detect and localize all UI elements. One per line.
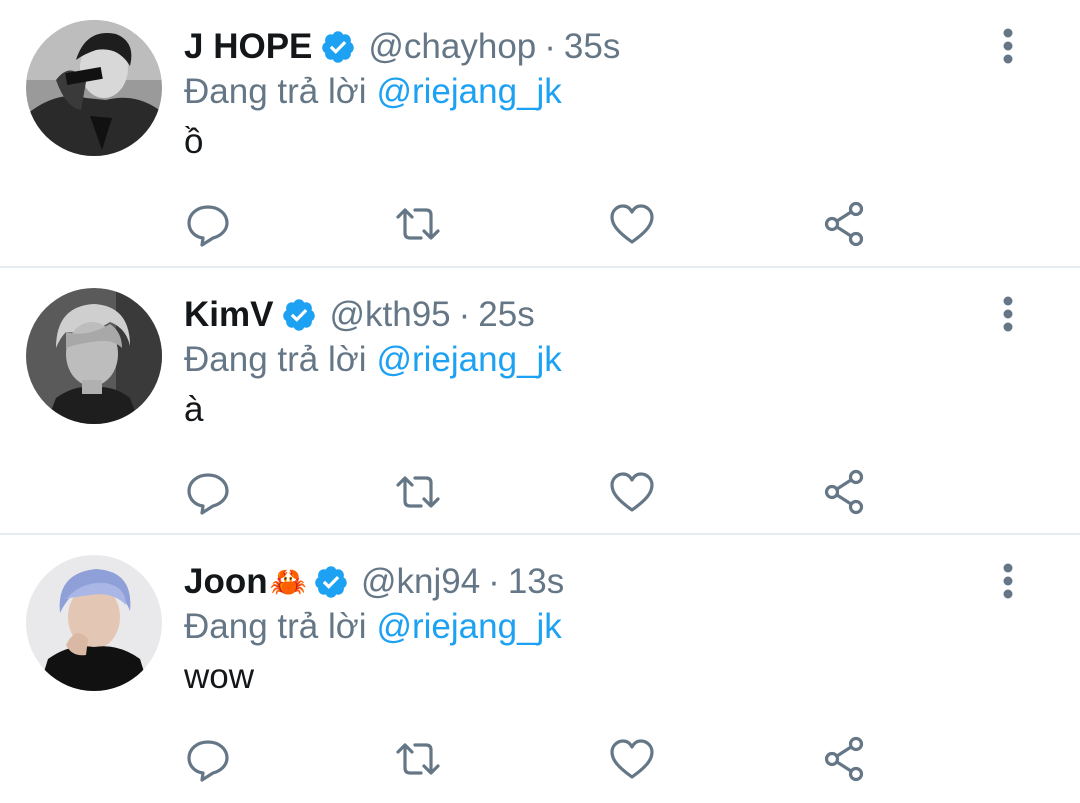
name-emoji: 🦀	[269, 564, 307, 600]
reply-icon[interactable]	[184, 735, 232, 783]
tweet-header: KimV @kth95 · 25s	[184, 290, 535, 340]
verified-badge-icon	[313, 564, 349, 600]
tweet-header: Joon 🦀 @knj94 · 13s	[184, 557, 564, 607]
user-handle[interactable]: @kth95	[329, 295, 450, 335]
replying-to-label: Đang trả lời	[184, 340, 367, 379]
avatar[interactable]	[26, 20, 162, 156]
mention-link[interactable]: @riejang_jk	[376, 607, 561, 647]
heart-icon[interactable]	[608, 468, 656, 516]
retweet-icon[interactable]	[394, 735, 442, 783]
verified-badge-icon	[320, 29, 356, 65]
heart-icon[interactable]	[608, 200, 656, 248]
replying-to-label: Đang trả lời	[184, 607, 367, 646]
tweet-header: J HOPE @chayhop · 35s	[184, 22, 620, 72]
mention-link[interactable]: @riejang_jk	[376, 340, 561, 380]
more-vertical-icon[interactable]	[990, 26, 1026, 66]
timestamp[interactable]: 25s	[478, 295, 534, 335]
verified-badge-icon	[281, 297, 317, 333]
separator-dot: ·	[544, 27, 556, 66]
more-vertical-icon[interactable]	[990, 561, 1026, 601]
replying-to: Đang trả lời @riejang_jk	[184, 603, 562, 651]
tweet-feed: J HOPE @chayhop · 35s Đang trả lời @riej…	[0, 0, 1080, 803]
replying-to: Đang trả lời @riejang_jk	[184, 68, 562, 116]
tweet-actions	[0, 468, 1080, 516]
display-name[interactable]: KimV	[184, 295, 273, 335]
share-icon[interactable]	[820, 735, 868, 783]
timestamp[interactable]: 35s	[564, 27, 620, 67]
tweet[interactable]: J HOPE @chayhop · 35s Đang trả lời @riej…	[0, 0, 1080, 268]
heart-icon[interactable]	[608, 735, 656, 783]
tweet[interactable]: KimV @kth95 · 25s Đang trả lời @riejang_…	[0, 268, 1080, 535]
tweet[interactable]: Joon 🦀 @knj94 · 13s Đang trả lời @riejan…	[0, 535, 1080, 803]
avatar[interactable]	[26, 288, 162, 424]
tweet-actions	[0, 200, 1080, 248]
display-name[interactable]: J HOPE	[184, 27, 312, 67]
mention-link[interactable]: @riejang_jk	[376, 72, 561, 112]
tweet-actions	[0, 735, 1080, 783]
reply-icon[interactable]	[184, 200, 232, 248]
user-handle[interactable]: @knj94	[361, 562, 480, 602]
more-vertical-icon[interactable]	[990, 294, 1026, 334]
user-handle[interactable]: @chayhop	[368, 27, 536, 67]
display-name[interactable]: Joon	[184, 562, 268, 602]
replying-to: Đang trả lời @riejang_jk	[184, 336, 562, 384]
tweet-text: wow	[184, 657, 255, 696]
tweet-text: ồ	[184, 122, 204, 161]
retweet-icon[interactable]	[394, 200, 442, 248]
tweet-text: à	[184, 390, 204, 429]
retweet-icon[interactable]	[394, 468, 442, 516]
share-icon[interactable]	[820, 468, 868, 516]
reply-icon[interactable]	[184, 468, 232, 516]
timestamp[interactable]: 13s	[508, 562, 564, 602]
avatar[interactable]	[26, 555, 162, 691]
separator-dot: ·	[458, 295, 471, 334]
share-icon[interactable]	[820, 200, 868, 248]
separator-dot: ·	[488, 562, 500, 601]
replying-to-label: Đang trả lời	[184, 72, 367, 111]
